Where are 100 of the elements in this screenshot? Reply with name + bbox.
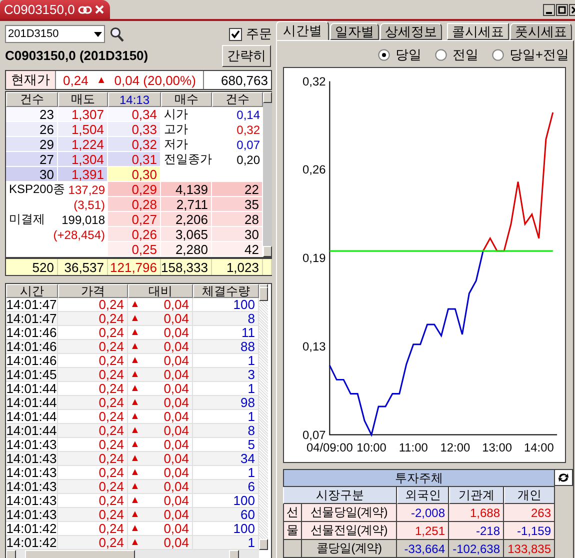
bid-price[interactable]: 0,25 xyxy=(108,242,161,257)
search-icon[interactable] xyxy=(110,26,124,42)
bid-quantity: 3,065 xyxy=(161,227,212,242)
trade-quantity: 88 xyxy=(193,340,259,354)
axis-label: 0,13 xyxy=(302,339,326,354)
market-label: KSP200종 xyxy=(9,181,66,198)
symbol-title: C0903150,0 (201D3150) xyxy=(5,48,148,63)
up-arrow: ▲ xyxy=(130,439,140,450)
radio-label[interactable]: 전일 xyxy=(452,46,478,64)
trade-quantity: 8 xyxy=(193,312,259,326)
ask-count: 30 xyxy=(6,167,58,182)
tab[interactable]: 풋시세표 xyxy=(510,23,572,40)
column-header: 시장구분 xyxy=(283,487,397,504)
ask-price[interactable]: 0,31 xyxy=(108,152,161,167)
tab[interactable]: 일자별 xyxy=(330,23,379,40)
row-label: 선물당일(계약) xyxy=(302,504,397,522)
axis-label: 0,32 xyxy=(302,74,326,88)
bid-count: 28 xyxy=(212,212,263,227)
trade-time: 14:01:43 xyxy=(6,480,58,494)
column-header: 건수 xyxy=(212,92,263,107)
trade-change: 0,04 xyxy=(164,437,189,452)
bid-quantity: 2,280 xyxy=(161,242,212,257)
ask-count: 27 xyxy=(6,152,58,167)
axis-label: 04/09:00 xyxy=(306,440,353,455)
horizontal-scrollbar[interactable] xyxy=(6,550,259,558)
ask-quantity: 1,391 xyxy=(58,167,108,182)
ask-price[interactable]: 0,30 xyxy=(108,167,161,182)
volume-value: 680,763 xyxy=(220,72,269,89)
ask-price[interactable]: 0,33 xyxy=(108,122,161,137)
up-arrow: ▲ xyxy=(130,313,140,324)
trade-price: 0,24 xyxy=(58,340,128,354)
axis-label: 12:00 xyxy=(440,440,470,455)
market-label: 미결제 xyxy=(9,211,45,228)
info-label: 저가 xyxy=(164,136,188,153)
up-arrow: ▲ xyxy=(130,383,140,394)
table-cell: 1,251 xyxy=(397,522,449,540)
trade-price: 0,24 xyxy=(58,480,128,494)
bid-quantity: 2,711 xyxy=(161,197,212,212)
ask-price[interactable]: 0,32 xyxy=(108,137,161,152)
tab[interactable]: 시간별 xyxy=(276,21,329,40)
scrollbar[interactable] xyxy=(263,92,272,257)
trade-quantity: 34 xyxy=(193,452,259,466)
radio-label[interactable]: 당일+전일 xyxy=(509,46,569,64)
link-icon xyxy=(78,6,92,14)
radio-button[interactable] xyxy=(435,49,448,61)
up-arrow: ▲ xyxy=(130,327,140,338)
current-price: 0,24 xyxy=(63,72,88,88)
radio-button[interactable] xyxy=(378,49,390,61)
trade-time: 14:01:45 xyxy=(6,368,58,382)
checkbox[interactable] xyxy=(229,28,242,40)
trade-price: 0,24 xyxy=(58,312,128,326)
axis-label: 11:00 xyxy=(398,440,428,455)
trade-price: 0,24 xyxy=(58,508,128,522)
checkbox-label[interactable]: 주문 xyxy=(246,25,272,43)
trade-time: 14:01:42 xyxy=(6,536,58,550)
up-arrow: ▲ xyxy=(130,397,140,408)
document-tab[interactable]: C0903150,0 xyxy=(0,0,110,19)
scrollbar[interactable] xyxy=(259,284,268,550)
bid-price[interactable]: 0,26 xyxy=(108,227,161,242)
up-arrow: ▲ xyxy=(130,509,140,520)
table-cell: 263 xyxy=(504,504,555,522)
minimize-button[interactable] xyxy=(543,4,555,16)
column-header: 기관계 xyxy=(449,487,504,504)
code-field[interactable]: 201D3150 xyxy=(5,25,105,43)
up-arrow: ▲ xyxy=(130,369,140,380)
column-header: 매도 xyxy=(58,92,108,107)
info-label: 전일종가 xyxy=(164,151,212,168)
ask-count: 23 xyxy=(6,107,58,122)
trade-change: 0,04 xyxy=(164,339,189,354)
tab[interactable]: 콜시세표 xyxy=(447,23,509,40)
bid-price[interactable]: 0,27 xyxy=(108,212,161,227)
refresh-icon[interactable] xyxy=(555,469,573,486)
up-arrow: ▲ xyxy=(130,481,140,492)
trade-time: 14:01:47 xyxy=(6,312,58,326)
radio-label[interactable]: 당일 xyxy=(395,46,422,64)
table-cell: -33,664 xyxy=(397,540,449,558)
up-arrow: ▲ xyxy=(130,467,140,478)
bid-price[interactable]: 0,28 xyxy=(108,197,161,212)
column-header: 체결수량 xyxy=(193,284,259,298)
axis-label: 14:00 xyxy=(524,440,554,455)
total-value: 1,023 xyxy=(212,259,263,275)
trade-price: 0,24 xyxy=(58,424,128,438)
trade-change: 0,04 xyxy=(164,507,189,522)
up-arrow: ▲ xyxy=(130,425,140,436)
close-icon[interactable] xyxy=(94,5,104,14)
brief-button[interactable]: 간략히 xyxy=(222,44,271,66)
ask-count: 26 xyxy=(6,122,58,137)
trade-change: 0,04 xyxy=(164,297,189,312)
column-header: 개인 xyxy=(504,487,555,504)
bid-quantity: 2,206 xyxy=(161,212,212,227)
info-label: 시가 xyxy=(164,106,188,123)
trade-change: 0,04 xyxy=(164,423,189,438)
ask-price[interactable]: 0,34 xyxy=(108,107,161,122)
radio-button[interactable] xyxy=(492,49,504,61)
bid-quantity: 4,139 xyxy=(161,182,212,197)
table-cell: -218 xyxy=(449,522,504,540)
tab[interactable]: 상세정보 xyxy=(380,23,442,40)
trade-change: 0,04 xyxy=(164,493,189,508)
trade-change: 0,04 xyxy=(164,367,189,382)
trade-change: 0,04 xyxy=(164,311,189,326)
